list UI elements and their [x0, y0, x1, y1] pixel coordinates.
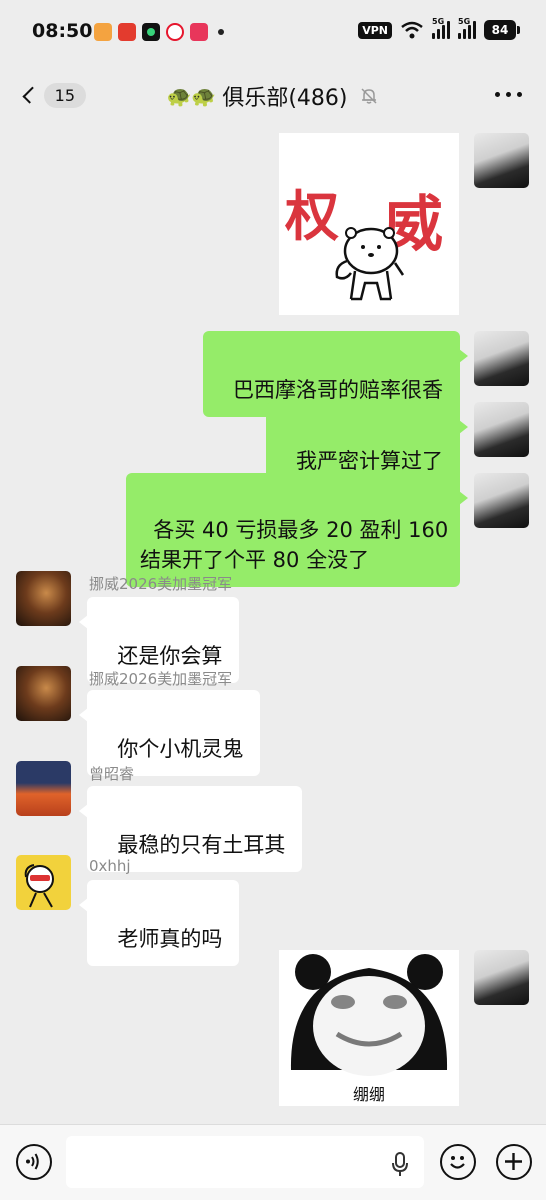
weibo-notification-icon — [166, 23, 184, 41]
mic-icon[interactable] — [390, 1151, 410, 1177]
sticker-char: 权 — [284, 184, 339, 248]
other-message-bubble[interactable]: 老师真的吗 — [78, 880, 240, 966]
my-message-bubble[interactable]: 各买 40 亏损最多 20 盈利 160 结果开了个平 80 全没了 — [126, 473, 468, 587]
more-notifications-dot — [218, 29, 224, 35]
my-avatar[interactable] — [474, 473, 529, 528]
sender-avatar[interactable] — [16, 666, 71, 721]
status-time: 08:50 — [32, 20, 93, 42]
vpn-badge: VPN — [358, 21, 392, 39]
battery-icon: 84 — [484, 20, 520, 40]
status-indicators: VPN 5G 5G 84 — [358, 17, 520, 40]
group-name: 俱乐部(486) — [222, 86, 348, 111]
app-notification-icon — [118, 23, 136, 41]
turtle-emoji: 🐢🐢 — [166, 84, 217, 108]
my-avatar[interactable] — [474, 950, 529, 1005]
signal-icon: 5G — [432, 17, 450, 39]
bell-off-icon — [361, 88, 378, 104]
my-avatar[interactable] — [474, 331, 529, 386]
chat-header: 15 🐢🐢 俱乐部(486) — [0, 64, 546, 126]
app-notification-icon — [142, 23, 160, 41]
sender-avatar[interactable] — [16, 761, 71, 816]
chat-input-bar — [0, 1124, 546, 1200]
wifi-icon — [401, 21, 423, 39]
sender-name: 曾昭睿 — [89, 765, 135, 783]
sender-avatar[interactable] — [16, 571, 71, 626]
chat-title: 🐢🐢 俱乐部(486) — [0, 80, 546, 112]
notification-icons — [94, 23, 224, 41]
message-text: 我严密计算过了 — [296, 449, 443, 473]
sticker-message[interactable]: 权 威 — [279, 133, 459, 315]
more-dots-icon[interactable] — [495, 92, 522, 97]
sender-avatar[interactable] — [16, 855, 71, 910]
sender-name: 挪威2026美加墨冠军 — [89, 575, 233, 593]
message-text: 各买 40 亏损最多 20 盈利 160 结果开了个平 80 全没了 — [140, 518, 449, 572]
sticker-caption: 绷绷 — [353, 1085, 385, 1104]
my-avatar[interactable] — [474, 402, 529, 457]
cartoon-avatar-icon — [24, 864, 54, 908]
my-avatar[interactable] — [474, 133, 529, 188]
sender-name: 挪威2026美加墨冠军 — [89, 670, 233, 688]
app-notification-icon — [190, 23, 208, 41]
panda-face-sticker: 绷绷 — [279, 954, 459, 1106]
message-text: 你个小机灵鬼 — [117, 737, 244, 761]
plus-icon[interactable] — [496, 1144, 532, 1180]
status-bar: 08:50 VPN 5G 5G 84 — [0, 0, 546, 64]
emoji-icon[interactable] — [440, 1144, 476, 1180]
message-text: 巴西摩洛哥的赔率很香 — [233, 378, 443, 402]
message-text: 老师真的吗 — [117, 927, 223, 951]
signal-icon: 5G — [458, 17, 476, 39]
voice-icon[interactable] — [16, 1144, 52, 1180]
message-text: 最稳的只有土耳其 — [117, 833, 286, 857]
message-input[interactable] — [66, 1136, 424, 1188]
app-notification-icon — [94, 23, 112, 41]
thumbs-up-bear-sticker: 权 威 — [284, 184, 443, 301]
sender-name: 0xhhj — [89, 857, 131, 875]
sticker-message[interactable]: 绷绷 — [279, 950, 459, 1106]
message-text: 还是你会算 — [117, 644, 223, 668]
